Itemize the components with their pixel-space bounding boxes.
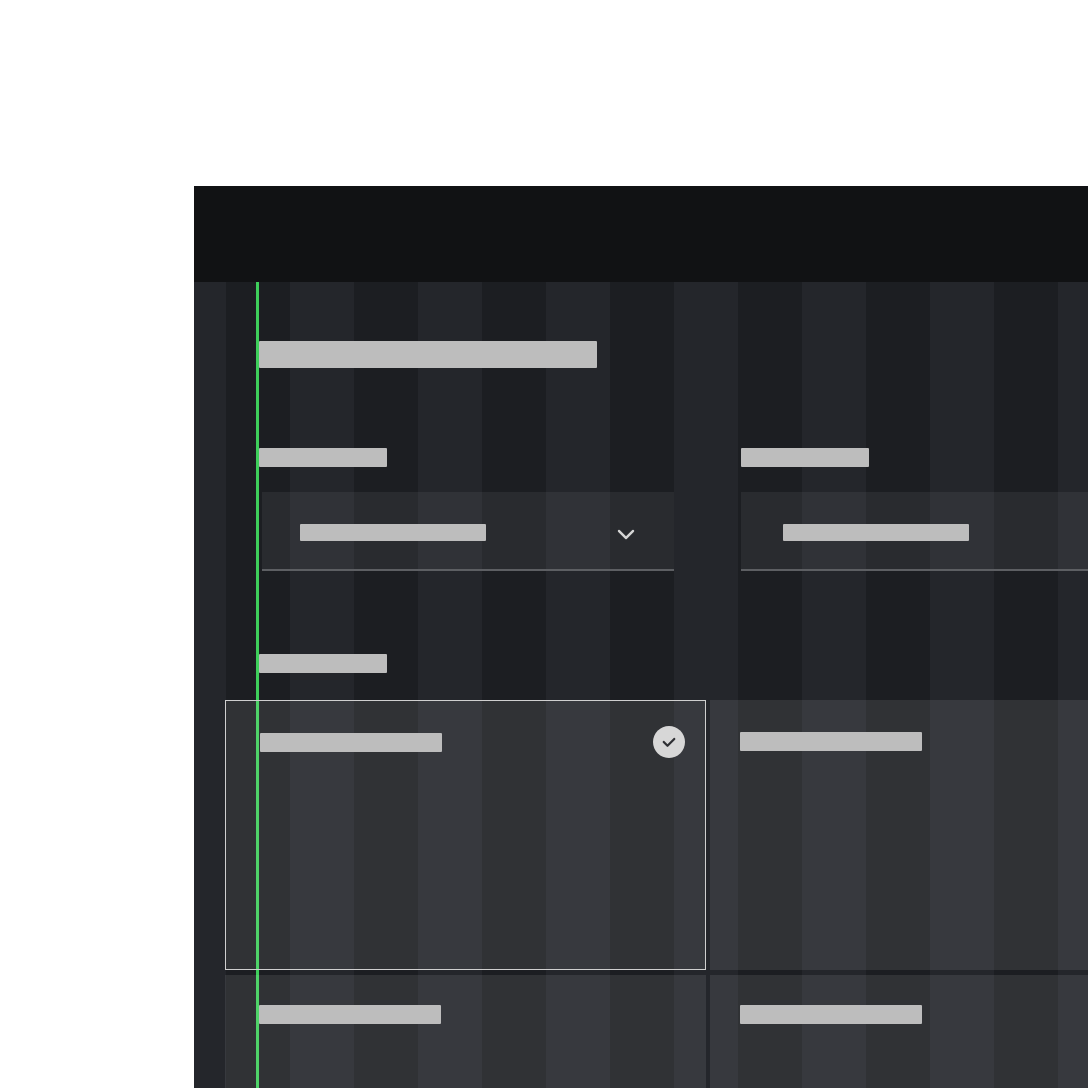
option-card-4[interactable] bbox=[710, 975, 1088, 1088]
option-card-1[interactable] bbox=[225, 700, 706, 970]
option-card-2[interactable] bbox=[710, 700, 1088, 970]
option-group-label bbox=[259, 654, 387, 673]
option-card-3-title bbox=[259, 1005, 441, 1024]
option-card-3[interactable] bbox=[225, 975, 706, 1088]
check-circle-icon bbox=[653, 726, 685, 758]
option-card-1-title bbox=[260, 733, 442, 752]
field-1-value bbox=[300, 524, 486, 541]
option-card-4-title bbox=[740, 1005, 922, 1024]
field-1-label bbox=[259, 448, 387, 467]
option-card-2-title bbox=[740, 732, 922, 751]
field-2-value bbox=[783, 524, 969, 541]
chevron-down-icon bbox=[614, 522, 638, 546]
page-heading bbox=[259, 341, 597, 368]
app-topbar bbox=[194, 186, 1088, 282]
field-2-label bbox=[741, 448, 869, 467]
app-window bbox=[194, 186, 1088, 1088]
field-2-select[interactable] bbox=[741, 492, 1088, 571]
field-1-select[interactable] bbox=[262, 492, 674, 571]
